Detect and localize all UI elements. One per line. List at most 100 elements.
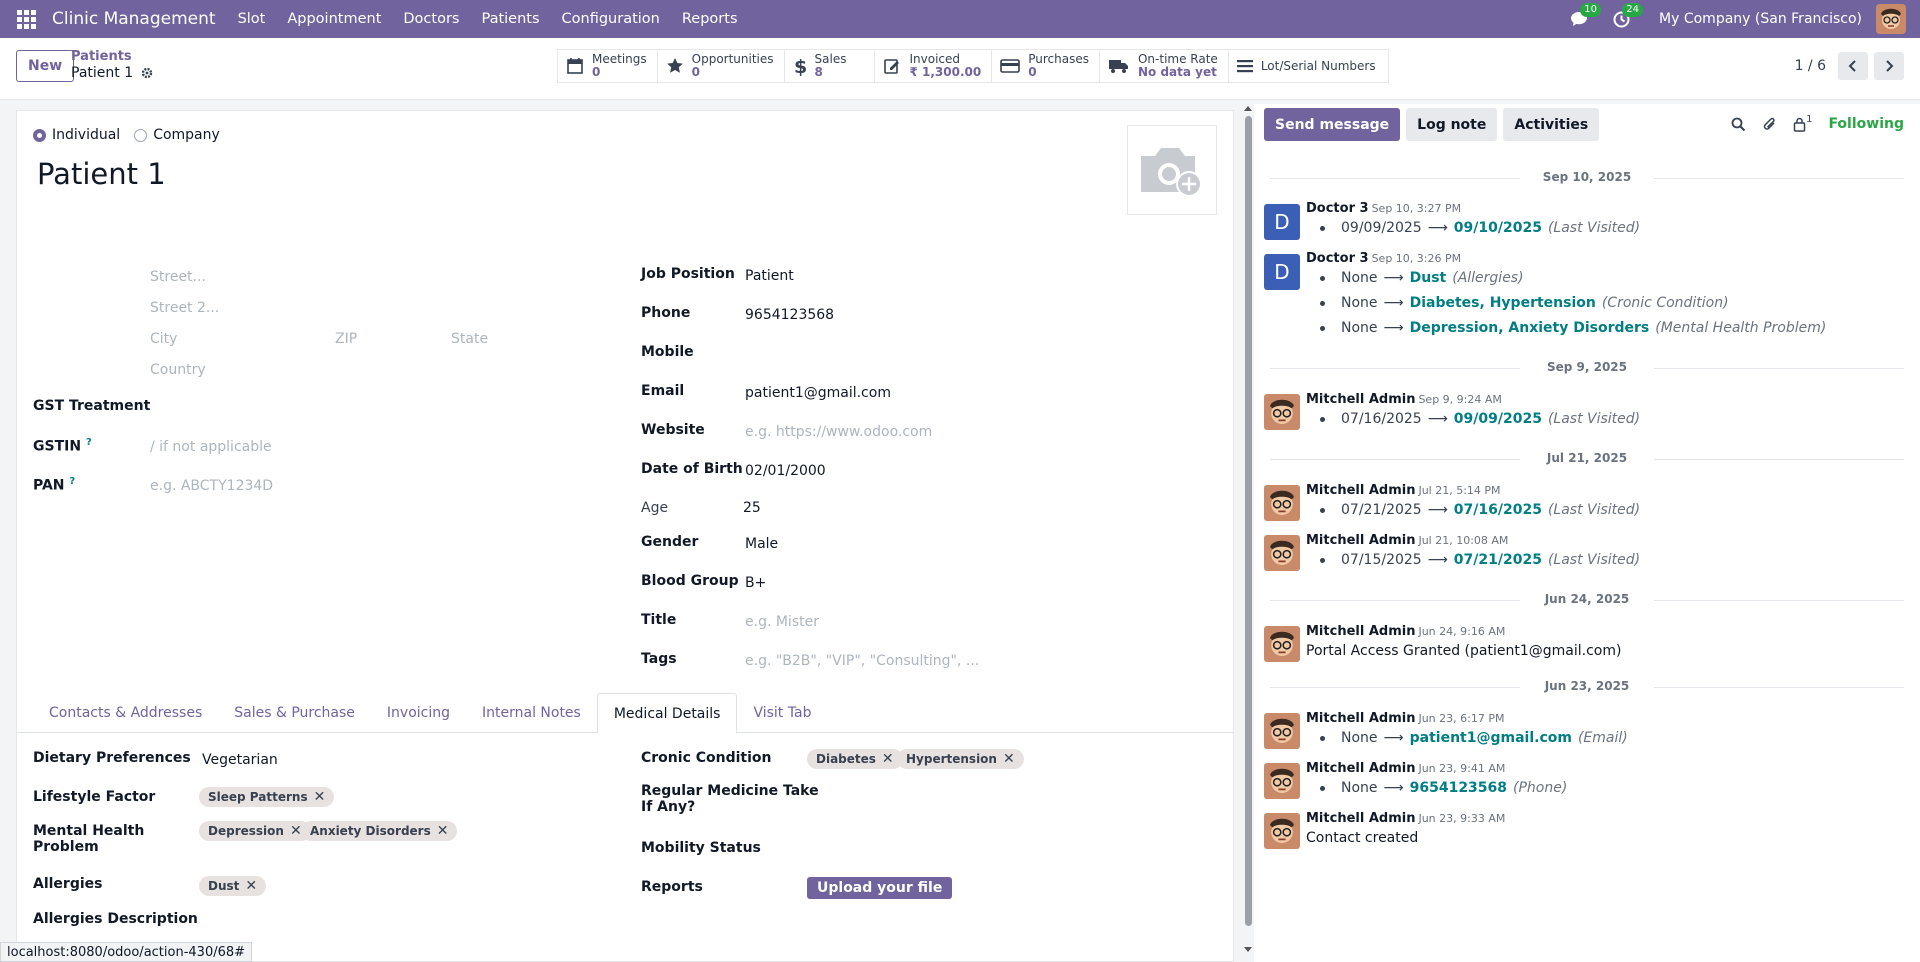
smart-button-opportunities[interactable]: Opportunities 0 xyxy=(658,50,785,82)
menu-patients[interactable]: Patients xyxy=(481,11,539,27)
company-switcher[interactable]: My Company (San Francisco) xyxy=(1659,11,1862,27)
tags-input[interactable]: e.g. "B2B", "VIP", "Consulting", ... xyxy=(745,653,979,669)
bullet-icon xyxy=(1320,416,1325,422)
user-avatar[interactable] xyxy=(1876,4,1906,34)
smart-button-purchases[interactable]: Purchases 0 xyxy=(992,50,1100,82)
author-name[interactable]: Mitchell Admin xyxy=(1306,533,1415,548)
author-name[interactable]: Mitchell Admin xyxy=(1306,811,1415,826)
author-avatar[interactable] xyxy=(1264,713,1300,749)
field-name: (Last Visited) xyxy=(1547,411,1641,427)
log-note-button[interactable]: Log note xyxy=(1406,108,1498,141)
author-avatar[interactable] xyxy=(1264,485,1300,521)
apps-menu-button[interactable] xyxy=(0,0,52,38)
blood-group-field[interactable]: B+ xyxy=(745,575,766,591)
dietary-label: Dietary Preferences xyxy=(33,750,191,766)
activities-button[interactable]: Activities xyxy=(1503,108,1600,141)
upload-file-button[interactable]: Upload your file xyxy=(807,877,953,899)
smart-button-sales[interactable]: $ Sales 8 xyxy=(785,50,876,82)
tag-remove-icon[interactable]: ✕ xyxy=(314,790,326,804)
website-input[interactable]: e.g. https://www.odoo.com xyxy=(745,424,932,440)
message-time: Jun 23, 6:17 PM xyxy=(1418,712,1505,725)
gstin-input[interactable]: / if not applicable xyxy=(150,439,272,455)
form-scrollbar[interactable] xyxy=(1243,104,1253,962)
gear-icon[interactable] xyxy=(141,67,153,79)
mental-health-label-line: Mental Health xyxy=(33,823,145,839)
scroll-up-icon[interactable] xyxy=(1243,104,1253,112)
menu-reports[interactable]: Reports xyxy=(682,11,738,27)
author-avatar[interactable] xyxy=(1264,394,1300,430)
help-icon[interactable]: ? xyxy=(86,437,92,448)
app-title[interactable]: Clinic Management xyxy=(52,9,216,29)
tab-medical-details[interactable]: Medical Details xyxy=(596,693,738,734)
paperclip-icon[interactable] xyxy=(1762,117,1777,132)
radio-company[interactable]: Company xyxy=(134,127,220,143)
city-input[interactable]: City xyxy=(150,331,177,347)
menu-doctors[interactable]: Doctors xyxy=(403,11,459,27)
messages-button[interactable]: 10 xyxy=(1569,3,1602,29)
patient-name-field[interactable]: Patient 1 xyxy=(37,157,166,191)
smart-button-meetings[interactable]: Meetings 0 xyxy=(558,50,658,82)
menu-slot[interactable]: Slot xyxy=(238,11,266,27)
author-name[interactable]: Mitchell Admin xyxy=(1306,711,1415,726)
tab-internal-notes[interactable]: Internal Notes xyxy=(466,693,597,733)
tab-invoicing[interactable]: Invoicing xyxy=(371,693,466,733)
gstin-label: GSTIN ? xyxy=(33,437,92,455)
street2-input[interactable]: Street 2... xyxy=(150,300,219,316)
state-input[interactable]: State xyxy=(451,331,488,347)
tab-contacts-addresses[interactable]: Contacts & Addresses xyxy=(33,693,218,733)
zip-input[interactable]: ZIP xyxy=(335,331,357,347)
gender-field[interactable]: Male xyxy=(745,536,778,552)
arrow-icon: ⟶ xyxy=(1383,730,1404,746)
author-avatar[interactable] xyxy=(1264,813,1300,849)
job-position-field[interactable]: Patient xyxy=(745,268,794,284)
author-avatar[interactable] xyxy=(1264,535,1300,571)
new-button[interactable]: New xyxy=(16,50,75,82)
menu-appointment[interactable]: Appointment xyxy=(287,11,381,27)
title-input[interactable]: e.g. Mister xyxy=(745,614,819,630)
arrow-icon: ⟶ xyxy=(1427,552,1448,568)
author-name[interactable]: Mitchell Admin xyxy=(1306,483,1415,498)
menu-configuration[interactable]: Configuration xyxy=(562,11,660,27)
following-button[interactable]: Following xyxy=(1828,116,1904,132)
search-icon[interactable] xyxy=(1731,117,1746,132)
author-name[interactable]: Doctor 3 xyxy=(1306,251,1369,266)
tag-remove-icon[interactable]: ✕ xyxy=(437,824,449,838)
author-avatar[interactable] xyxy=(1264,626,1300,662)
activities-badge: 24 xyxy=(1622,3,1644,17)
tag-remove-icon[interactable]: ✕ xyxy=(245,879,257,893)
street-input[interactable]: Street... xyxy=(150,269,206,285)
pager-previous-button[interactable] xyxy=(1838,52,1868,80)
activities-button[interactable]: 24 xyxy=(1611,3,1644,29)
breadcrumb-patients-link[interactable]: Patients xyxy=(71,49,153,64)
author-avatar[interactable]: D xyxy=(1264,254,1300,290)
author-avatar[interactable]: D xyxy=(1264,204,1300,240)
author-name[interactable]: Mitchell Admin xyxy=(1306,761,1415,776)
tag-remove-icon[interactable]: ✕ xyxy=(290,824,302,838)
pan-input[interactable]: e.g. ABCTY1234D xyxy=(150,478,273,494)
tab-sales-purchase[interactable]: Sales & Purchase xyxy=(218,693,371,733)
country-input[interactable]: Country xyxy=(150,362,206,378)
author-name[interactable]: Doctor 3 xyxy=(1306,201,1369,216)
smart-button-lot-serial[interactable]: Lot/Serial Numbers xyxy=(1229,50,1388,82)
pager-next-button[interactable] xyxy=(1874,52,1904,80)
send-message-button[interactable]: Send message xyxy=(1264,108,1401,141)
phone-field[interactable]: 9654123568 xyxy=(745,307,834,323)
dob-field[interactable]: 02/01/2000 xyxy=(745,463,826,479)
email-field[interactable]: patient1@gmail.com xyxy=(745,385,891,401)
tag-remove-icon[interactable]: ✕ xyxy=(1003,752,1015,766)
pager-value[interactable]: 1 / 6 xyxy=(1795,58,1826,74)
photo-upload[interactable] xyxy=(1127,125,1217,215)
followers-button[interactable]: 1 xyxy=(1793,114,1812,132)
author-name[interactable]: Mitchell Admin xyxy=(1306,624,1415,639)
smart-button-invoiced[interactable]: Invoiced ₹ 1,300.00 xyxy=(875,50,993,82)
scrollbar-thumb[interactable] xyxy=(1245,116,1252,926)
scroll-down-icon[interactable] xyxy=(1243,946,1253,954)
radio-individual[interactable]: Individual xyxy=(33,127,120,143)
author-avatar[interactable] xyxy=(1264,763,1300,799)
dietary-field[interactable]: Vegetarian xyxy=(202,752,278,768)
tag-remove-icon[interactable]: ✕ xyxy=(882,752,894,766)
smart-button-on-time-rate[interactable]: On-time Rate No data yet xyxy=(1100,50,1229,82)
help-icon[interactable]: ? xyxy=(69,476,75,487)
tab-visit[interactable]: Visit Tab xyxy=(737,693,827,733)
author-name[interactable]: Mitchell Admin xyxy=(1306,392,1415,407)
